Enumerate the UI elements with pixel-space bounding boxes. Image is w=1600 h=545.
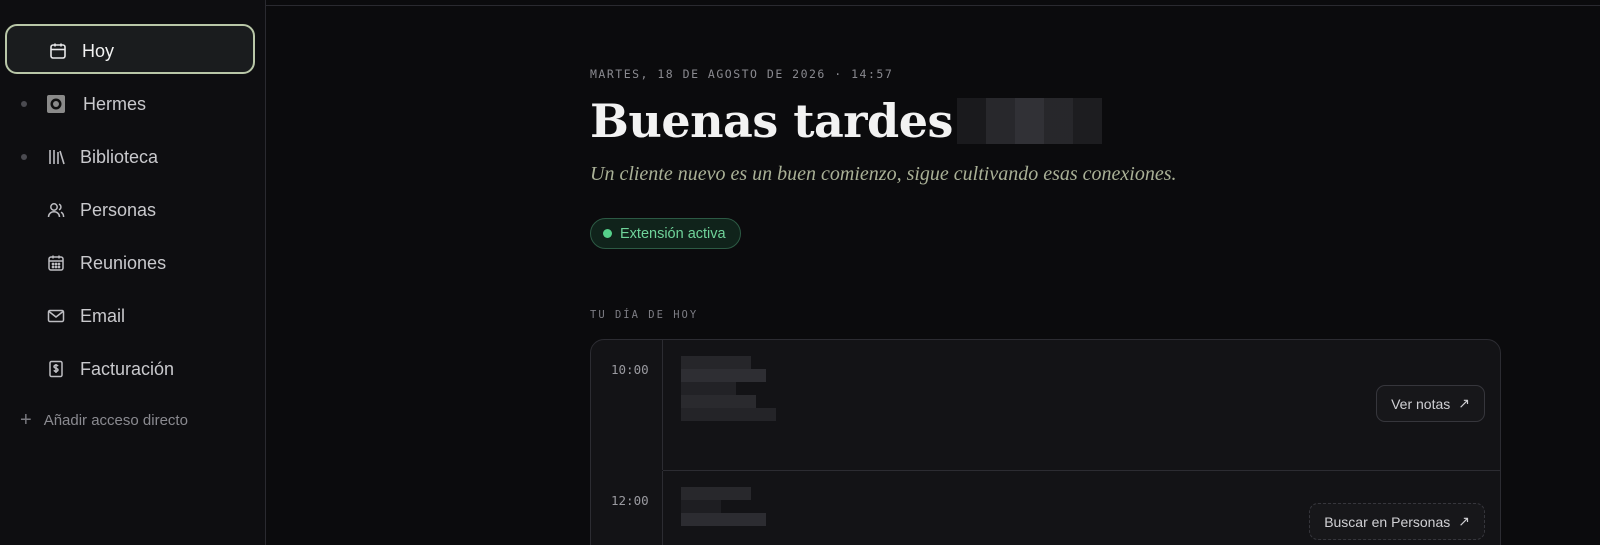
hermes-icon: [45, 93, 67, 115]
add-shortcut-button[interactable]: + Añadir acceso directo: [20, 410, 188, 430]
view-notes-label: Ver notas: [1391, 395, 1451, 412]
agenda-row[interactable]: 10:00 Ver notas ↗: [591, 340, 1500, 470]
agenda-row[interactable]: 12:00 Buscar en Personas ↗: [591, 471, 1500, 545]
unread-dot: [21, 154, 27, 160]
sidebar-item-label: Biblioteca: [80, 147, 159, 167]
status-dot-icon: [603, 229, 612, 238]
invoice-icon: [45, 358, 67, 380]
redacted-event-details: [681, 356, 776, 421]
time-column: 12:00: [591, 471, 663, 545]
mail-icon: [45, 305, 67, 327]
sidebar-item-facturacion[interactable]: Facturación: [5, 344, 255, 394]
sidebar-item-email[interactable]: Email: [5, 291, 255, 341]
sidebar-item-label: Facturación: [80, 359, 175, 379]
greeting-text: Buenas tardes: [590, 94, 953, 148]
view-notes-button[interactable]: Ver notas ↗: [1376, 385, 1485, 422]
section-heading: TU DÍA DE HOY: [590, 309, 699, 321]
people-icon: [45, 199, 67, 221]
main-content: MARTES, 18 DE AGOSTO DE 2026 · 14:57 Bue…: [590, 0, 1501, 545]
time-column: 10:00: [591, 340, 663, 470]
calendar-icon: [47, 40, 69, 62]
sidebar-item-label: Hermes: [83, 94, 147, 114]
calendar-grid-icon: [45, 252, 67, 274]
search-people-label: Buscar en Personas: [1324, 513, 1451, 530]
date-time-line: MARTES, 18 DE AGOSTO DE 2026 · 14:57: [590, 67, 894, 81]
search-people-button[interactable]: Buscar en Personas ↗: [1309, 503, 1485, 540]
plus-icon: +: [20, 409, 32, 431]
page-title: Buenas tardes: [590, 94, 1102, 148]
greeting-subtitle: Un cliente nuevo es un buen comienzo, si…: [590, 163, 1177, 185]
arrow-up-right-icon: ↗: [1458, 395, 1470, 411]
status-badge-label: Extensión activa: [620, 225, 726, 242]
sidebar-item-personas[interactable]: Personas: [5, 185, 255, 235]
sidebar-item-label: Personas: [80, 200, 157, 220]
sidebar: Hoy Hermes Biblioteca Personas Reuniones…: [0, 0, 266, 545]
redacted-event-details: [681, 487, 766, 526]
event-time: 12:00: [611, 493, 649, 508]
app-window: Hoy Hermes Biblioteca Personas Reuniones…: [0, 0, 1600, 545]
sidebar-item-biblioteca[interactable]: Biblioteca: [5, 132, 255, 182]
sidebar-item-reuniones[interactable]: Reuniones: [5, 238, 255, 288]
redacted-username: [956, 98, 1102, 144]
event-time: 10:00: [611, 362, 649, 377]
extension-status-badge: Extensión activa: [590, 218, 741, 249]
sidebar-item-label: Hoy: [82, 41, 115, 61]
agenda-card: 10:00 Ver notas ↗ 12:00 Buscar en Person…: [590, 339, 1501, 545]
sidebar-item-label: Email: [80, 306, 126, 326]
sidebar-item-hermes[interactable]: Hermes: [5, 79, 255, 129]
unread-dot: [21, 101, 27, 107]
sidebar-item-label: Reuniones: [80, 253, 167, 273]
sidebar-item-hoy[interactable]: Hoy: [5, 24, 255, 74]
library-icon: [45, 146, 67, 168]
add-shortcut-label: Añadir acceso directo: [43, 411, 188, 429]
arrow-up-right-icon: ↗: [1458, 513, 1470, 529]
